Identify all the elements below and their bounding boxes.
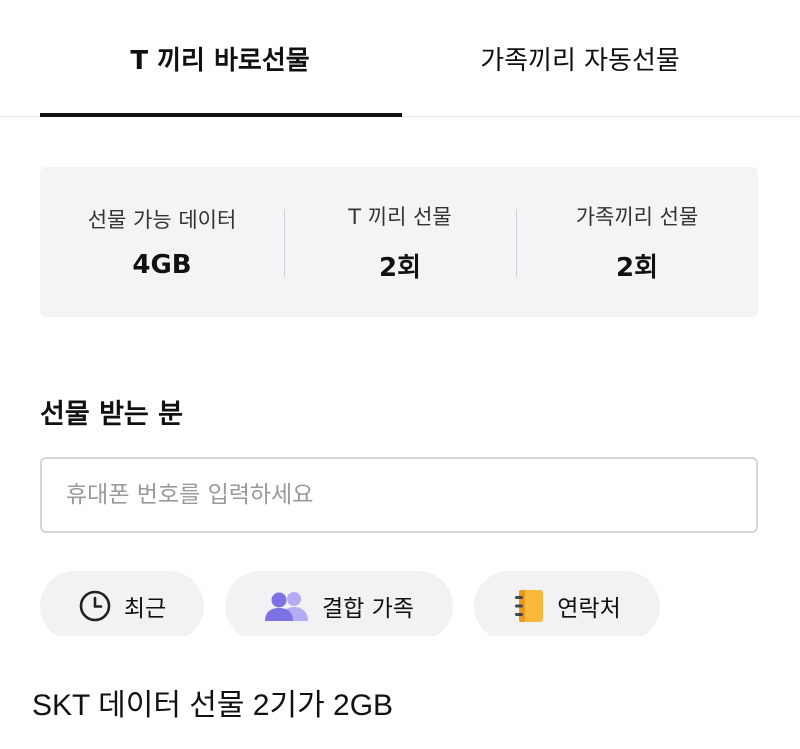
tab-label: T 끼리 바로선물 (130, 45, 310, 76)
combined-family-button[interactable]: 결합 가족 (225, 571, 453, 641)
chip-label: 연락처 (557, 596, 621, 622)
contacts-button[interactable]: 연락처 (474, 571, 660, 641)
tab-family-auto-gift[interactable]: 가족끼리 자동선물 (400, 0, 760, 116)
summary-t-gift-count: T 끼리 선물 2회 (284, 167, 516, 317)
summary-label: 가족끼리 선물 (575, 204, 699, 229)
recent-button[interactable]: 최근 (40, 571, 204, 641)
summary-label: T 끼리 선물 (348, 204, 452, 229)
summary-family-gift-count: 가족끼리 선물 2회 (516, 167, 758, 317)
family-icon (264, 590, 310, 622)
recipient-section-title: 선물 받는 분 (40, 399, 183, 430)
gift-summary-card: 선물 가능 데이터 4GB T 끼리 선물 2회 가족끼리 선물 2회 (40, 167, 758, 317)
clock-icon (78, 589, 112, 623)
tab-label: 가족끼리 자동선물 (480, 45, 680, 76)
contacts-book-icon (513, 588, 545, 624)
summary-label: 선물 가능 데이터 (87, 208, 237, 232)
gift-type-tabs: T 끼리 바로선물 가족끼리 자동선물 (0, 0, 800, 117)
listing-caption: SKT 데이터 선물 2기가 2GB (32, 689, 394, 722)
active-tab-indicator (40, 113, 402, 117)
summary-value: 4GB (132, 250, 192, 280)
summary-available-data: 선물 가능 데이터 4GB (40, 167, 284, 317)
tab-t-direct-gift[interactable]: T 끼리 바로선물 (40, 0, 400, 116)
summary-value: 2회 (615, 252, 658, 283)
chip-label: 결합 가족 (322, 596, 414, 622)
summary-value: 2회 (378, 252, 421, 283)
crop-mask (0, 636, 800, 650)
phone-number-input[interactable] (40, 457, 758, 533)
chip-label: 최근 (123, 596, 167, 622)
